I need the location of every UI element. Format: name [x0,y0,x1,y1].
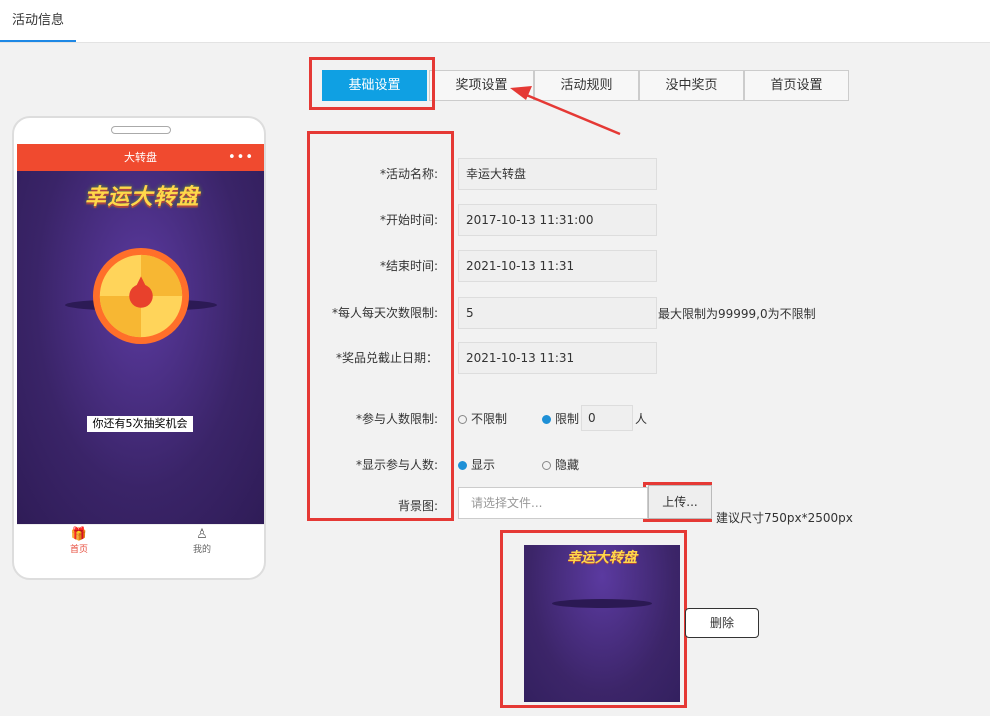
nav-home-label: 首页 [69,545,88,555]
delete-button[interactable]: 删除 [685,608,759,638]
radio-limited-icon [542,415,551,424]
preview-stage [552,599,652,608]
tab-activity-info[interactable]: 活动信息 [0,0,76,42]
tab-no-prize-page[interactable]: 没中奖页 [639,70,744,101]
radio-limited-label: 限制 [555,412,580,426]
prize-wheel[interactable] [92,247,190,345]
phone-screen: 大转盘 ••• 幸运大转盘 你还有5次抽奖机会 [17,144,264,524]
banner-title: 幸运大转盘 [84,185,200,210]
background-preview: 幸运大转盘 [524,545,680,702]
start-time-field[interactable]: 2017-10-13 11:31:00 [458,204,657,236]
background-label: 背景图: [397,499,438,513]
radio-unlimited-label: 不限制 [471,412,508,426]
size-hint: 建议尺寸750px*2500px [716,511,853,525]
radio-show-icon [458,461,467,470]
user-icon: ♙ [196,527,208,542]
show-count-label: *显示参与人数: [355,458,438,472]
wheel-center-button[interactable] [129,284,153,308]
radio-unlimited-icon [458,415,467,424]
phone-nav: 🎁 首页 ♙ 我的 [17,524,264,555]
radio-hide-label: 隐藏 [555,458,580,472]
radio-hide-icon [542,461,551,470]
tab-activity-rules[interactable]: 活动规则 [534,70,639,101]
end-time-label: *结束时间: [379,259,438,273]
name-label: *活动名称: [379,167,438,181]
top-bar: 活动信息 [0,0,990,43]
end-time-field[interactable]: 2021-10-13 11:31 [458,250,657,282]
radio-show[interactable]: 显示 [458,456,495,473]
highlight-basic-tab [309,57,435,110]
radio-show-label: 显示 [471,458,496,472]
deadline-label: *奖品兑截止日期： [335,351,438,365]
file-input[interactable]: 请选择文件... [458,487,648,519]
daily-limit-label: *每人每天次数限制: [331,306,438,320]
participants-unit: 人 [635,412,648,426]
radio-unlimited[interactable]: 不限制 [458,410,507,427]
more-icon[interactable]: ••• [228,144,254,171]
start-time-label: *开始时间: [379,213,438,227]
phone-speaker [111,126,171,134]
participants-label: *参与人数限制: [355,412,438,426]
nav-home[interactable]: 🎁 首页 [49,527,109,555]
name-field[interactable]: 幸运大转盘 [458,158,657,190]
tab-home-settings[interactable]: 首页设置 [744,70,849,101]
nav-mine-label: 我的 [192,545,211,555]
radio-hide[interactable]: 隐藏 [542,456,579,473]
gift-icon: 🎁 [70,527,88,542]
phone-header: 大转盘 ••• [17,144,264,171]
preview-title: 幸运大转盘 [567,550,637,566]
daily-limit-field[interactable]: 5 [458,297,657,329]
tab-prize-settings[interactable]: 奖项设置 [429,70,534,101]
phone-preview: 大转盘 ••• 幸运大转盘 你还有5次抽奖机会 🎁 首页 ♙ 我的 [12,116,266,580]
participants-limit-input[interactable]: 0 [581,405,633,431]
daily-limit-hint: 最大限制为99999,0为不限制 [658,307,816,321]
upload-button[interactable]: 上传... [648,485,712,519]
phone-banner: 幸运大转盘 你还有5次抽奖机会 [17,171,264,524]
deadline-field[interactable]: 2021-10-13 11:31 [458,342,657,374]
radio-limited[interactable]: 限制 [542,410,579,427]
chance-text: 你还有5次抽奖机会 [87,416,193,432]
phone-header-title: 大转盘 [124,151,157,164]
nav-mine[interactable]: ♙ 我的 [172,527,232,555]
